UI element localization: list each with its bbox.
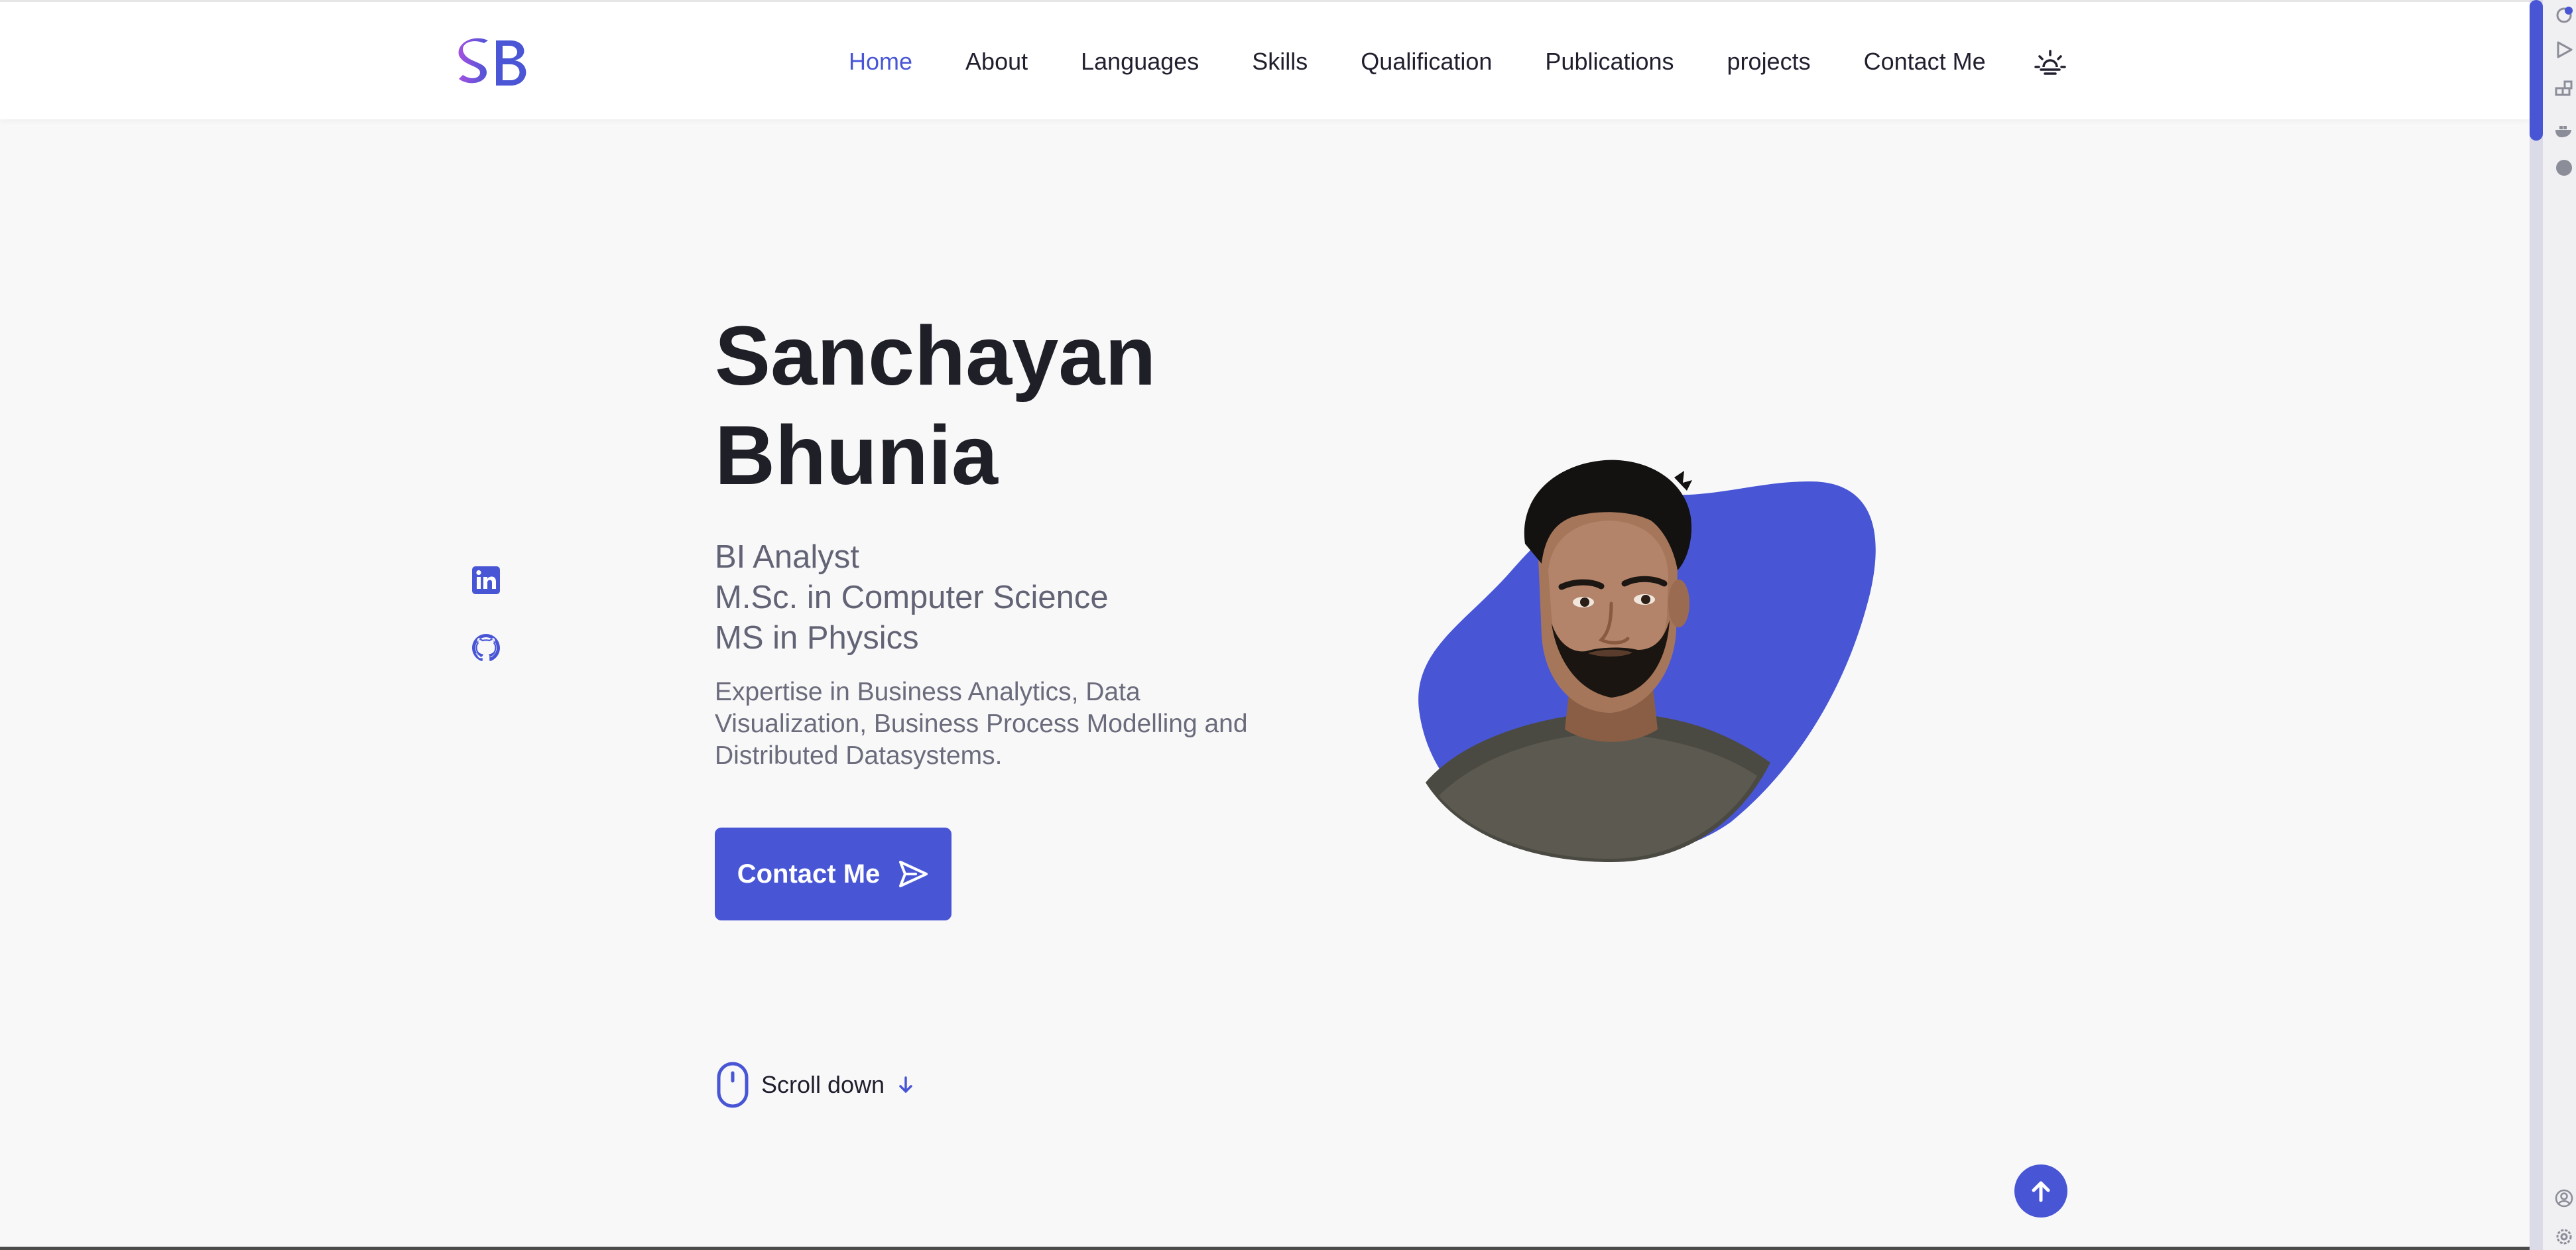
send-icon	[899, 861, 928, 887]
page-scrollbar-thumb[interactable]	[2530, 0, 2543, 141]
contact-me-button[interactable]: Contact Me	[715, 828, 951, 920]
site-header: Home About Languages Skills Qualificatio…	[0, 0, 2530, 119]
account-icon[interactable]	[2554, 1188, 2574, 1208]
nav-qualification[interactable]: Qualification	[1361, 42, 1492, 82]
github-icon[interactable]	[471, 632, 501, 662]
settings-icon[interactable]	[2554, 1227, 2574, 1247]
play-icon[interactable]	[2554, 40, 2574, 60]
mouse-icon	[717, 1062, 749, 1108]
nav-home[interactable]: Home	[849, 42, 912, 82]
hero-name-first: Sanchayan	[715, 309, 1156, 403]
notification-icon[interactable]	[2554, 5, 2574, 25]
linkedin-icon[interactable]	[471, 565, 501, 595]
site-logo[interactable]	[458, 36, 532, 88]
window-bottom-border	[0, 1247, 2530, 1250]
role-ms-physics: MS in Physics	[715, 620, 919, 656]
hero-name: Sanchayan Bhunia	[715, 306, 1312, 505]
hero-name-last: Bhunia	[715, 408, 998, 502]
role-msc-cs: M.Sc. in Computer Science	[715, 580, 1109, 615]
scroll-down-label: Scroll down	[761, 1071, 885, 1098]
scroll-down-link[interactable]: Scroll down	[716, 1060, 915, 1110]
portfolio-page: Home About Languages Skills Qualificatio…	[0, 0, 2576, 1250]
nav-contact[interactable]: Contact Me	[1864, 42, 1986, 82]
nav-publications[interactable]: Publications	[1545, 42, 1674, 82]
nav-projects[interactable]: projects	[1727, 42, 1811, 82]
nav-about[interactable]: About	[965, 42, 1028, 82]
docker-icon[interactable]	[2554, 119, 2574, 139]
contact-me-label: Contact Me	[737, 859, 881, 889]
nav-languages[interactable]: Languages	[1081, 42, 1199, 82]
nav-skills[interactable]: Skills	[1252, 42, 1308, 82]
database-icon[interactable]	[2554, 158, 2574, 178]
extensions-icon[interactable]	[2554, 80, 2574, 99]
role-bi-analyst: BI Analyst	[715, 539, 859, 575]
arrow-down-icon	[899, 1076, 912, 1093]
browser-side-strip	[2543, 0, 2576, 1250]
arrow-up-icon	[2032, 1181, 2050, 1202]
profile-photo	[1418, 460, 1876, 862]
back-to-top-button[interactable]	[2014, 1164, 2067, 1218]
main-nav: Home About Languages Skills Qualificatio…	[849, 42, 2039, 82]
sun-icon[interactable]	[2034, 47, 2066, 79]
page-scrollbar-track[interactable]	[2530, 0, 2543, 1250]
hero-roles: BI Analyst M.Sc. in Computer Science MS …	[715, 537, 1312, 658]
hero-description: Expertise in Business Analytics, Data Vi…	[715, 678, 1248, 770]
